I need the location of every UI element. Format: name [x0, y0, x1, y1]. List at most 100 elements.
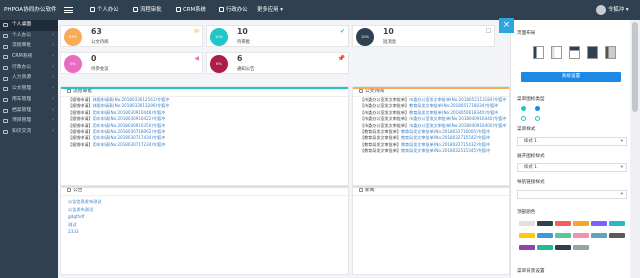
row-link[interactable]: 教育局发文审批单(No:2018032515345)令狐冲: [401, 148, 490, 153]
color-swatch[interactable]: [519, 245, 535, 250]
sidebar-item-desktop[interactable]: 个人桌面: [0, 20, 58, 31]
sidebar-item-personal[interactable]: 个人办公 ‹: [0, 31, 58, 42]
stat-card-docs[interactable]: 63% 63 公文待阅 ✉: [60, 25, 203, 47]
panel-docs: 公文待阅 【市委办公室发文审批单】市委办公室发文审批单(No:201805211…: [352, 86, 510, 190]
sidebar-item-workflow[interactable]: 流程审批 ‹: [0, 41, 58, 52]
stat-card-meetings[interactable]: 0% 0 待参会议 ◀: [60, 52, 203, 74]
color-swatch[interactable]: [591, 233, 607, 238]
progress-ring: 10%: [210, 28, 228, 46]
docs-list: 【市委办公室发文审批单】市委办公室发文审批单(No:2018052113184)…: [353, 97, 509, 155]
topnav-crm[interactable]: CRM系统: [176, 0, 206, 20]
color-swatch[interactable]: [573, 221, 589, 226]
row-link[interactable]: 用车申请(No:2018030910422)令狐冲: [93, 116, 166, 121]
row-tag: 【报销申请】: [68, 128, 93, 134]
user-icon: [3, 33, 8, 38]
layout-option-4[interactable]: [587, 46, 598, 59]
row-link[interactable]: 教育局发文审批单(No:2018032715432)令狐冲: [401, 142, 490, 147]
user-menu[interactable]: 令狐冲 ▾: [608, 0, 629, 20]
color-swatch[interactable]: [519, 221, 535, 226]
layout-title: 页面布局: [517, 31, 536, 36]
color-swatch[interactable]: [555, 233, 571, 238]
list-icon: [359, 88, 363, 93]
scrollbar-thumb[interactable]: [632, 22, 638, 112]
sidebar-item-hr[interactable]: 人力资源 ‹: [0, 73, 58, 84]
sidebar-item-admin[interactable]: 行政办公 ‹: [0, 63, 58, 74]
row-link[interactable]: 市委办公室发文审批单(No:2018040916400)令狐冲: [409, 123, 506, 128]
row-link[interactable]: 用车申请(No:2018030717234)令狐冲: [93, 142, 166, 147]
color-swatch[interactable]: [573, 233, 589, 238]
row-link[interactable]: 市委办公室发文审批单(No:2018052113184)令狐冲: [409, 97, 506, 102]
sidebar-item-knowledge[interactable]: 知识交流 ‹: [0, 127, 58, 138]
layout-option-1[interactable]: [533, 46, 544, 59]
radio-option[interactable]: [521, 116, 526, 121]
submenu-style-select[interactable]: ▾: [517, 190, 627, 199]
list-item[interactable]: 公告发布测试: [61, 206, 348, 214]
radio-option[interactable]: [535, 116, 540, 121]
color-swatch[interactable]: [537, 233, 553, 238]
sidebar-item-vehicle[interactable]: 用车管理 ‹: [0, 95, 58, 106]
color-swatch[interactable]: [609, 221, 625, 226]
list-item[interactable]: 测试: [61, 221, 348, 229]
sidebar-item-crm[interactable]: CRM系统 ‹: [0, 52, 58, 63]
row-link[interactable]: 休假申请表(No:2018033013290)令狐冲: [93, 103, 170, 108]
layout-option-3[interactable]: [569, 46, 580, 59]
row-link[interactable]: 休假申请表(No:2018033012541)令狐冲: [93, 97, 170, 102]
color-swatch[interactable]: [519, 233, 535, 238]
list-item[interactable]: 【教育局发文审批单】教育局发文审批单(No:2018032515345)令狐冲: [353, 148, 509, 154]
row-link[interactable]: 市委办公室发文审批单(No:2018040916440)令狐冲: [409, 116, 506, 121]
row-link[interactable]: 用车申请(No:2018030910448)令狐冲: [93, 110, 166, 115]
scrollbar[interactable]: [630, 20, 640, 278]
row-link[interactable]: 用车申请(No:2018030717434)令狐冲: [93, 135, 166, 140]
color-swatch[interactable]: [537, 245, 553, 250]
pin-icon: 📌: [337, 55, 345, 62]
stat-card-notices[interactable]: 6% 6 通知公告 📌: [206, 52, 349, 74]
expand-style-select[interactable]: 样式 1 ▾: [517, 163, 627, 172]
color-swatch[interactable]: [555, 245, 571, 250]
color-swatch[interactable]: [609, 233, 625, 238]
topnav-admin[interactable]: 行政办公: [219, 0, 248, 20]
row-tag: 【报销申请】: [68, 97, 93, 102]
admin-icon: [219, 6, 224, 12]
mail-icon: ✉: [193, 28, 199, 35]
radio-option[interactable]: [521, 106, 526, 111]
list-item[interactable]: gdgfhdf: [61, 213, 348, 221]
project-icon: [3, 119, 8, 124]
row-link[interactable]: 用车申请(No:2018030910350)令狐冲: [93, 123, 166, 128]
row-link[interactable]: 教育局发文审批单(No:2018050618340)令狐冲: [409, 110, 498, 115]
menu-style-select[interactable]: 样式 1 ▾: [517, 137, 627, 146]
book-icon: [3, 130, 8, 135]
row-link[interactable]: 用车申请(No:2018030718062)令狐冲: [93, 129, 166, 134]
sidebar-item-docs[interactable]: 公文管理 ‹: [0, 84, 58, 95]
sidebar-item-archive[interactable]: 档案管理 ‹: [0, 106, 58, 117]
color-swatch[interactable]: [555, 221, 571, 226]
stat-card-approval[interactable]: 10% 10 待审批 ✔: [206, 25, 349, 47]
row-link[interactable]: 教育局发文审批单(No:2018051718034)令狐冲: [409, 103, 498, 108]
list-item[interactable]: 【报销申请】用车申请(No:2018030717234)令狐冲: [61, 142, 348, 148]
user-icon: [90, 6, 95, 12]
megaphone-icon: ◀: [194, 55, 199, 62]
avatar[interactable]: [596, 5, 606, 15]
list-item[interactable]: 公告信息发布测试: [61, 198, 348, 206]
layout-option-2[interactable]: [551, 46, 562, 59]
panel-title: 公文待阅: [365, 89, 385, 94]
stat-card-messages[interactable]: 10% 10 短消息 ☐: [352, 25, 495, 47]
colors-title: 顶部颜色: [517, 210, 536, 215]
theme-settings-button[interactable]: 系统设置: [521, 72, 621, 82]
color-swatch[interactable]: [591, 221, 607, 226]
row-link[interactable]: 教育局发文审批单(No:2018032715542)令狐冲: [401, 135, 490, 140]
sidebar-item-project[interactable]: 项目管理 ‹: [0, 116, 58, 127]
color-swatch[interactable]: [537, 221, 553, 226]
topnav-workflow[interactable]: 流程审批: [133, 0, 162, 20]
topnav-more[interactable]: 更多应用 ▾: [257, 0, 283, 20]
radio-option[interactable]: [535, 106, 540, 111]
color-swatch[interactable]: [573, 245, 589, 250]
close-icon[interactable]: ×: [499, 18, 514, 33]
list-icon: [67, 187, 71, 192]
menu-toggle-icon[interactable]: [64, 7, 73, 13]
row-tag: 【教育局发文审批单】: [360, 128, 401, 134]
row-link[interactable]: 教育局发文审批单(No:2018032716005)令狐冲: [401, 129, 490, 134]
list-item[interactable]: 2333: [61, 228, 348, 236]
row-tag: 【市委办公室发文审批单】: [360, 97, 410, 102]
layout-option-5[interactable]: [605, 46, 616, 59]
topnav-personal[interactable]: 个人办公: [90, 0, 119, 20]
